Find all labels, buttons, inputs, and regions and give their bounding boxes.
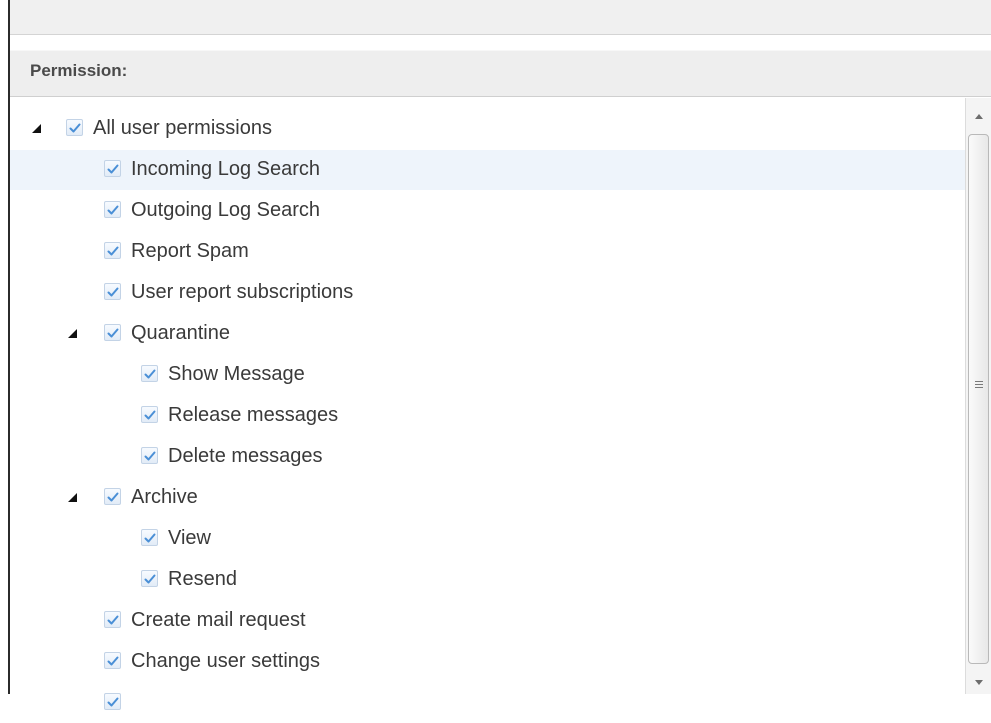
tree-item-label: Report Spam <box>131 240 249 262</box>
tree-item[interactable]: Delete messages <box>10 437 965 477</box>
tree-item[interactable]: Incoming Log Search <box>10 150 965 190</box>
tree-item-label: User report subscriptions <box>131 281 354 303</box>
tree-item[interactable]: Show Message <box>10 355 965 395</box>
triangle-expanded-icon[interactable] <box>68 329 77 338</box>
tree-item-label: Resend <box>168 568 237 590</box>
tree-item-label: Show Message <box>168 363 305 385</box>
checkbox-checked-icon[interactable] <box>141 406 158 423</box>
triangle-expanded-icon[interactable] <box>68 493 77 502</box>
scroll-up-arrow-icon[interactable] <box>975 114 983 119</box>
tree-item[interactable]: Resend <box>10 560 965 600</box>
permission-panel: Permission: All user permissions Incoming… <box>0 0 991 710</box>
tree-item-label: All user permissions <box>93 117 272 139</box>
checkbox-checked-icon[interactable] <box>104 283 121 300</box>
permission-header-label: Permission: <box>30 61 128 80</box>
tree-scrollbar[interactable] <box>965 98 991 694</box>
tree-item[interactable]: Change user settings <box>10 642 965 682</box>
tree-item-label: View <box>168 527 211 549</box>
checkbox-checked-icon[interactable] <box>104 693 121 710</box>
tree-item[interactable]: View <box>10 519 965 559</box>
tree-item[interactable]: Create mail request <box>10 601 965 641</box>
checkbox-checked-icon[interactable] <box>141 447 158 464</box>
scroll-down-arrow-icon[interactable] <box>975 680 983 685</box>
tree-item[interactable]: Report Spam <box>10 232 965 272</box>
tree-item-label: Change user settings <box>131 650 321 672</box>
tree-item[interactable]: User report subscriptions <box>10 273 965 313</box>
tree-item[interactable]: All user permissions <box>10 109 965 149</box>
checkbox-checked-icon[interactable] <box>104 201 121 218</box>
checkbox-checked-icon[interactable] <box>104 160 121 177</box>
scrollbar-grip-line <box>975 384 983 385</box>
tree-item-label: Create mail request <box>131 609 306 631</box>
tree-item[interactable]: Quarantine <box>10 314 965 354</box>
tree-item[interactable]: Archive <box>10 478 965 518</box>
checkbox-checked-icon[interactable] <box>104 488 121 505</box>
checkbox-checked-icon[interactable] <box>104 652 121 669</box>
checkbox-checked-icon[interactable] <box>141 365 158 382</box>
checkbox-checked-icon[interactable] <box>141 529 158 546</box>
tree-item-label: Outgoing Log Search <box>131 199 321 221</box>
tree-item-label: Archive <box>131 486 198 508</box>
tree-item-label: Incoming Log Search <box>131 158 321 180</box>
checkbox-checked-icon[interactable] <box>104 324 121 341</box>
tree-item[interactable]: Outgoing Log Search <box>10 191 965 231</box>
tree-item[interactable]: Release messages <box>10 396 965 436</box>
checkbox-checked-icon[interactable] <box>66 119 83 136</box>
checkbox-checked-icon[interactable] <box>141 570 158 587</box>
scrollbar-grip-line <box>975 381 983 382</box>
scrollbar-thumb[interactable] <box>968 134 989 664</box>
tree-item-label: Delete messages <box>168 445 323 467</box>
tree-item-label: Quarantine <box>131 322 230 344</box>
checkbox-checked-icon[interactable] <box>104 611 121 628</box>
permission-section-header: Permission: <box>10 50 991 97</box>
permission-tree: All user permissions Incoming Log Search O… <box>10 98 965 710</box>
tree-item-label: Release messages <box>168 404 339 426</box>
panel-top-strip <box>10 0 991 35</box>
scrollbar-grip-line <box>975 387 983 388</box>
triangle-expanded-icon[interactable] <box>32 124 41 133</box>
checkbox-checked-icon[interactable] <box>104 242 121 259</box>
tree-item[interactable] <box>10 683 965 723</box>
